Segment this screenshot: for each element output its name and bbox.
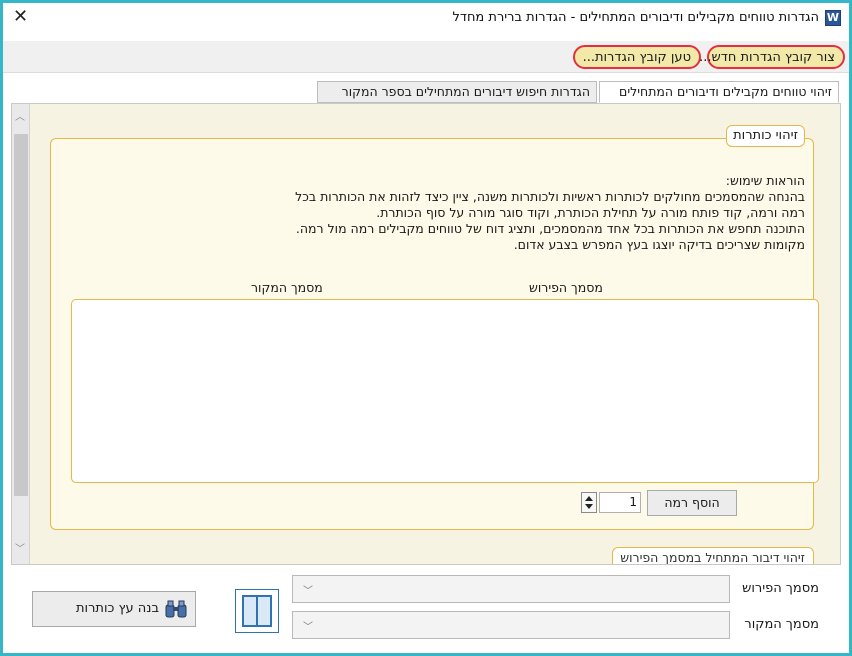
spin-up-icon[interactable] [585,496,593,501]
heading-levels-list[interactable] [71,299,819,483]
chevron-down-icon[interactable]: ﹀ [15,540,25,555]
new-settings-file-menu[interactable]: צור קובץ הגדרות חדש... [699,45,845,69]
instructions-line: התוכנה תחפש את הכותרות בכל אחד מהמסמכים,… [295,221,805,236]
add-level-button[interactable]: הוסף רמה [647,490,737,516]
instructions-line: הוראות שימוש: [725,173,805,188]
split-view-button[interactable] [235,589,279,633]
split-view-icon [242,595,272,627]
window-title: הגדרות טווחים מקבילים ודיבורים המתחילים … [452,10,819,25]
binoculars-icon [165,600,187,618]
level-spinner[interactable] [581,492,597,513]
commentary-doc-dropdown[interactable]: ﹀ [292,575,730,603]
instructions-line: רמה ורמה, קוד פותח מורה על תחילת הכותרת,… [376,205,805,220]
load-settings-file-menu[interactable]: טען קובץ הגדרות... [573,45,701,69]
tab-parallel-ranges[interactable]: זיהוי טווחים מקבילים ודיבורים המתחילים [599,81,839,103]
tab-strip: זיהוי טווחים מקבילים ודיבורים המתחילים ה… [3,79,849,103]
settings-panel: ︿ ﹀ זיהוי כותרות הוראות שימוש: בהנחה שהמ… [11,103,841,565]
build-heading-tree-button[interactable]: בנה עץ כותרות [32,591,196,627]
column-header-source: מסמך המקור [251,280,323,295]
vertical-scrollbar[interactable]: ︿ ﹀ [12,104,30,564]
chevron-up-icon[interactable]: ︿ [15,108,25,123]
instructions-line: בהנחה שהמסמכים מחולקים לכותרות ראשיות ול… [295,189,805,204]
level-number-input[interactable]: 1 [599,492,641,513]
source-doc-label: מסמך המקור [744,617,819,632]
menu-bar: צור קובץ הגדרות חדש... טען קובץ הגדרות..… [3,41,849,73]
group-legend-headings: זיהוי כותרות [726,125,805,147]
chevron-down-icon: ﹀ [303,622,313,633]
close-icon[interactable]: ✕ [13,7,28,27]
commentary-doc-label: מסמך הפירוש [742,581,819,596]
tab-source-search-settings[interactable]: הגדרות חיפוש דיבורים המתחילים בספר המקור [317,81,597,103]
usage-instructions: הוראות שימוש: בהנחה שהמסמכים מחולקים לכו… [85,173,805,253]
word-icon: W [825,10,841,26]
document-selection-area: מסמך הפירוש ﹀ מסמך המקור ﹀ בנה עץ כותרות [3,569,849,653]
column-header-commentary: מסמך הפירוש [529,280,603,295]
chevron-down-icon: ﹀ [303,586,313,597]
group-legend-dibbur: זיהוי דיבור המתחיל במסמך הפירוש [620,550,805,565]
heading-identification-group: זיהוי כותרות הוראות שימוש: בהנחה שהמסמכי… [50,125,819,530]
instructions-line: מקומות שצריכים בדיקה יוצגו בעץ המפרש בצב… [513,237,805,252]
commentary-dibbur-group: זיהוי דיבור המתחיל במסמך הפירוש [612,547,814,565]
scrollbar-thumb[interactable] [14,134,28,496]
settings-window: ✕ הגדרות טווחים מקבילים ודיבורים המתחילי… [0,0,852,656]
source-doc-dropdown[interactable]: ﹀ [292,611,730,639]
spin-down-icon[interactable] [585,504,593,509]
build-tree-label: בנה עץ כותרות [75,601,159,616]
title-bar: ✕ הגדרות טווחים מקבילים ודיבורים המתחילי… [3,3,849,33]
